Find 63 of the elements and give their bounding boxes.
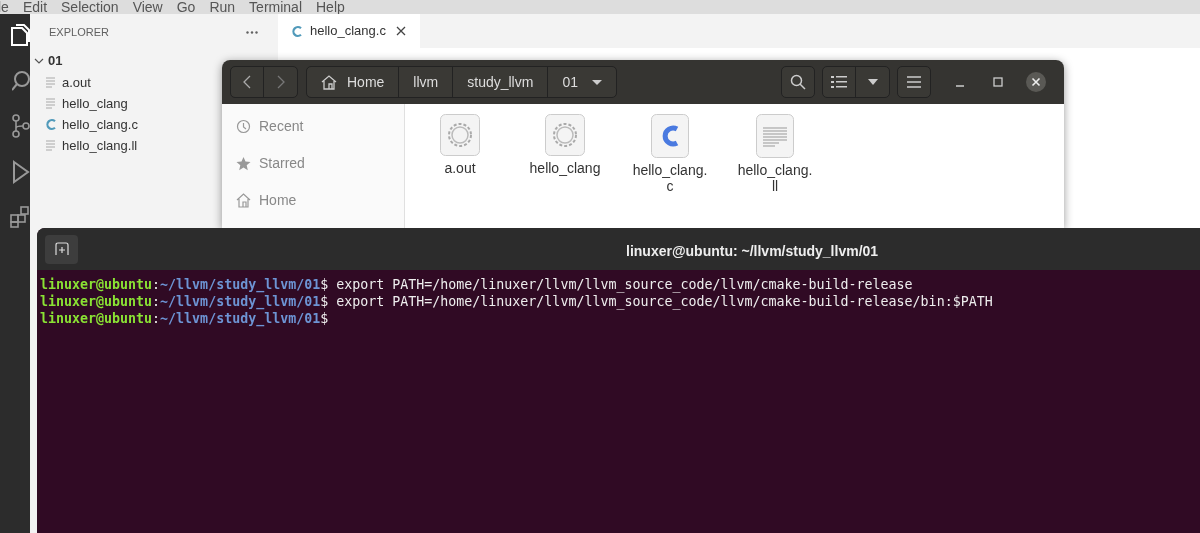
menu-item[interactable]: Terminal [249, 0, 302, 14]
caret-icon [867, 79, 878, 85]
terminal-line: linuxer@ubuntu:~/llvm/study_llvm/01$ [40, 310, 329, 327]
menu-button[interactable] [897, 66, 931, 98]
new-tab-icon [54, 242, 69, 256]
menu-item[interactable]: Run [209, 0, 236, 14]
list-icon [831, 75, 847, 89]
path-button[interactable]: 01 [547, 67, 616, 97]
menu-item[interactable]: Edit [22, 0, 48, 14]
window-title: linuxer@ubuntu: ~/llvm/study_llvm/01 [626, 242, 879, 261]
new-tab-button[interactable] [45, 234, 78, 264]
caret-icon [591, 79, 602, 85]
file-icon-item[interactable]: hello_clang [525, 114, 605, 228]
search-button[interactable] [781, 66, 815, 98]
back-icon [243, 75, 251, 89]
terminal-line: linuxer@ubuntu:~/llvm/study_llvm/01$ export PATH=/home/linuxer/llvm/llvm_source_code/llvm/cmake-build-release [40, 276, 913, 293]
gear-icon [545, 114, 585, 156]
file-item[interactable]: a.out [46, 72, 91, 93]
c-file-icon [292, 24, 304, 38]
menu-item[interactable]: Selection [61, 0, 119, 14]
chevron-icon[interactable] [34, 56, 44, 66]
sidebar-item[interactable]: Home [236, 189, 404, 211]
menu-item[interactable]: Go [176, 0, 196, 14]
menu-icon [907, 76, 921, 88]
menu-item[interactable]: View [132, 0, 163, 14]
home-icon [236, 192, 251, 208]
lines-icon [46, 140, 58, 151]
sidebar-item[interactable]: Starred [236, 152, 404, 174]
lines-icon [46, 77, 58, 88]
file-item[interactable]: hello_clang [46, 93, 128, 114]
run-debug-icon[interactable] [10, 160, 30, 184]
files-icon[interactable] [10, 24, 30, 48]
c-file-icon [651, 114, 689, 158]
path-button[interactable]: llvm [398, 67, 453, 97]
terminal-line: linuxer@ubuntu:~/llvm/study_llvm/01$ export PATH=/home/linuxer/llvm/llvm_source_code/llvm/cmake-build-release/bin:$PATH [40, 293, 993, 310]
editor-tab[interactable]: hello_clang.c [278, 14, 420, 48]
menu-item[interactable]: Help [316, 0, 345, 14]
gear-icon [440, 114, 480, 156]
file-icon-item[interactable]: hello_clang.c [630, 114, 710, 228]
explorer-title: EXPLORER [49, 24, 109, 40]
c-file-icon [46, 118, 58, 131]
clock-icon [236, 118, 251, 134]
path-button[interactable]: study_llvm [452, 67, 548, 97]
forward-icon [276, 75, 285, 89]
extensions-icon[interactable] [10, 206, 30, 228]
lines-icon [46, 98, 58, 109]
source-control-icon[interactable] [12, 114, 30, 138]
file-icon-item[interactable]: hello_clang.ll [735, 114, 815, 228]
more-icon[interactable] [246, 30, 258, 34]
close-icon[interactable] [395, 26, 406, 36]
file-item[interactable]: hello_clang.ll [46, 135, 138, 156]
star-icon [236, 155, 251, 171]
maximize-icon[interactable] [993, 77, 1003, 87]
document-icon [756, 114, 794, 158]
file-item[interactable]: hello_clang.c [46, 114, 138, 135]
close-icon[interactable] [1026, 72, 1046, 92]
search-icon[interactable] [12, 70, 30, 92]
file-icon-item[interactable]: a.out [420, 114, 500, 228]
home-icon [321, 74, 337, 90]
sidebar-item[interactable]: Recent [236, 115, 404, 137]
path-button[interactable]: Home [307, 67, 399, 97]
folder-item[interactable]: 01 [30, 50, 63, 72]
search-icon [790, 74, 806, 90]
